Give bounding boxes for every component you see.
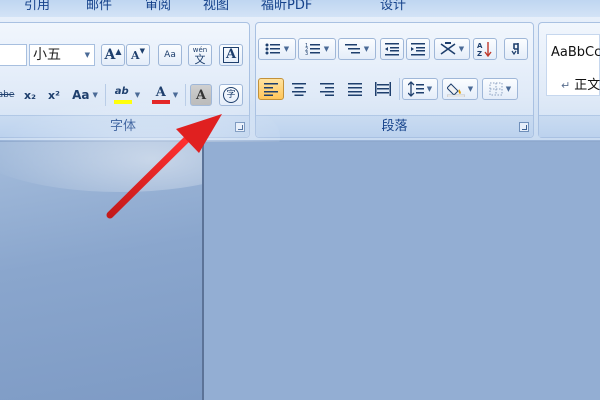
tab-references[interactable]: 引用 <box>24 0 50 15</box>
numbering-button[interactable]: 1 2 3 ▼ <box>298 38 336 60</box>
char-border-icon: A <box>222 47 240 63</box>
sort-button[interactable]: AZ <box>473 38 497 60</box>
increase-indent-icon <box>411 43 425 56</box>
clear-format-button[interactable]: Aa <box>158 44 182 66</box>
align-left-icon <box>264 83 278 96</box>
bullets-icon <box>265 43 280 55</box>
align-right-icon <box>320 83 334 96</box>
phonetic-guide-button[interactable]: wén 文 <box>188 44 212 66</box>
align-right-button[interactable] <box>314 78 340 100</box>
font-size-combo[interactable]: 小五 ▼ <box>29 44 95 66</box>
justify-icon <box>348 83 362 96</box>
border-icon <box>489 82 503 96</box>
distributed-button[interactable] <box>370 78 396 100</box>
document-left-margin <box>0 82 280 400</box>
paragraph-group: ▼ 1 2 3 ▼ ▼ ▼ AZ ▼ ▼ ▼ 段落 <box>255 22 534 138</box>
shrink-font-icon: A <box>131 48 140 62</box>
tab-review[interactable]: 审阅 <box>145 0 171 15</box>
multilevel-list-icon <box>344 44 360 54</box>
paragraph-group-label: 段落 <box>256 115 533 137</box>
justify-button[interactable] <box>342 78 368 100</box>
phonetic-char-icon: 文 <box>194 53 206 66</box>
svg-text:A: A <box>477 42 483 50</box>
font-name-combo[interactable] <box>0 44 27 66</box>
char-border-button[interactable]: A <box>219 44 243 66</box>
chinese-layout-button[interactable]: ▼ <box>434 38 470 60</box>
tab-mailings[interactable]: 邮件 <box>86 0 112 15</box>
sort-icon: AZ <box>477 42 492 57</box>
line-spacing-button[interactable]: ▼ <box>402 78 438 100</box>
multilevel-list-button[interactable]: ▼ <box>338 38 376 60</box>
svg-text:3: 3 <box>305 51 308 56</box>
align-center-button[interactable] <box>286 78 312 100</box>
separator <box>399 78 400 100</box>
align-left-button[interactable] <box>258 78 284 100</box>
shading-button[interactable]: ▼ <box>442 78 478 100</box>
borders-button[interactable]: ▼ <box>482 78 518 100</box>
font-size-value: 小五 <box>33 47 61 63</box>
document-page[interactable] <box>204 142 600 400</box>
style-gallery-item-normal[interactable]: AaBbCc ↵ 正文 <box>546 34 600 96</box>
ribbon-tab-bar: 引用 邮件 审阅 视图 福昕PDF 设计 <box>0 0 600 17</box>
numbering-icon: 123 <box>305 43 320 56</box>
decrease-indent-button[interactable] <box>380 38 404 60</box>
chinese-layout-icon <box>440 42 456 55</box>
paint-bucket-icon <box>446 83 465 97</box>
paragraph-mark-icon <box>511 43 519 56</box>
tab-design[interactable]: 设计 <box>380 0 406 15</box>
align-center-icon <box>292 83 306 96</box>
grow-font-icon: A <box>104 47 116 63</box>
distributed-icon <box>375 82 391 96</box>
tab-view[interactable]: 视图 <box>203 0 229 15</box>
line-spacing-icon <box>407 81 424 97</box>
decrease-indent-icon <box>385 43 399 56</box>
return-arrow-icon: ↵ <box>561 79 571 92</box>
show-marks-button[interactable] <box>504 38 528 60</box>
grow-font-button[interactable]: A ▲ <box>101 44 125 66</box>
eraser-icon: Aa <box>164 50 176 60</box>
svg-text:Z: Z <box>477 50 482 57</box>
paragraph-dialog-launcher[interactable] <box>519 122 529 132</box>
shrink-font-button[interactable]: A ▼ <box>126 44 150 66</box>
chevron-down-icon: ▼ <box>84 51 90 59</box>
style-name-label: 正文 <box>574 78 600 93</box>
tab-foxit-pdf[interactable]: 福昕PDF <box>261 0 312 15</box>
bullets-button[interactable]: ▼ <box>258 38 296 60</box>
style-preview-text: AaBbCc <box>551 45 600 60</box>
increase-indent-button[interactable] <box>406 38 430 60</box>
